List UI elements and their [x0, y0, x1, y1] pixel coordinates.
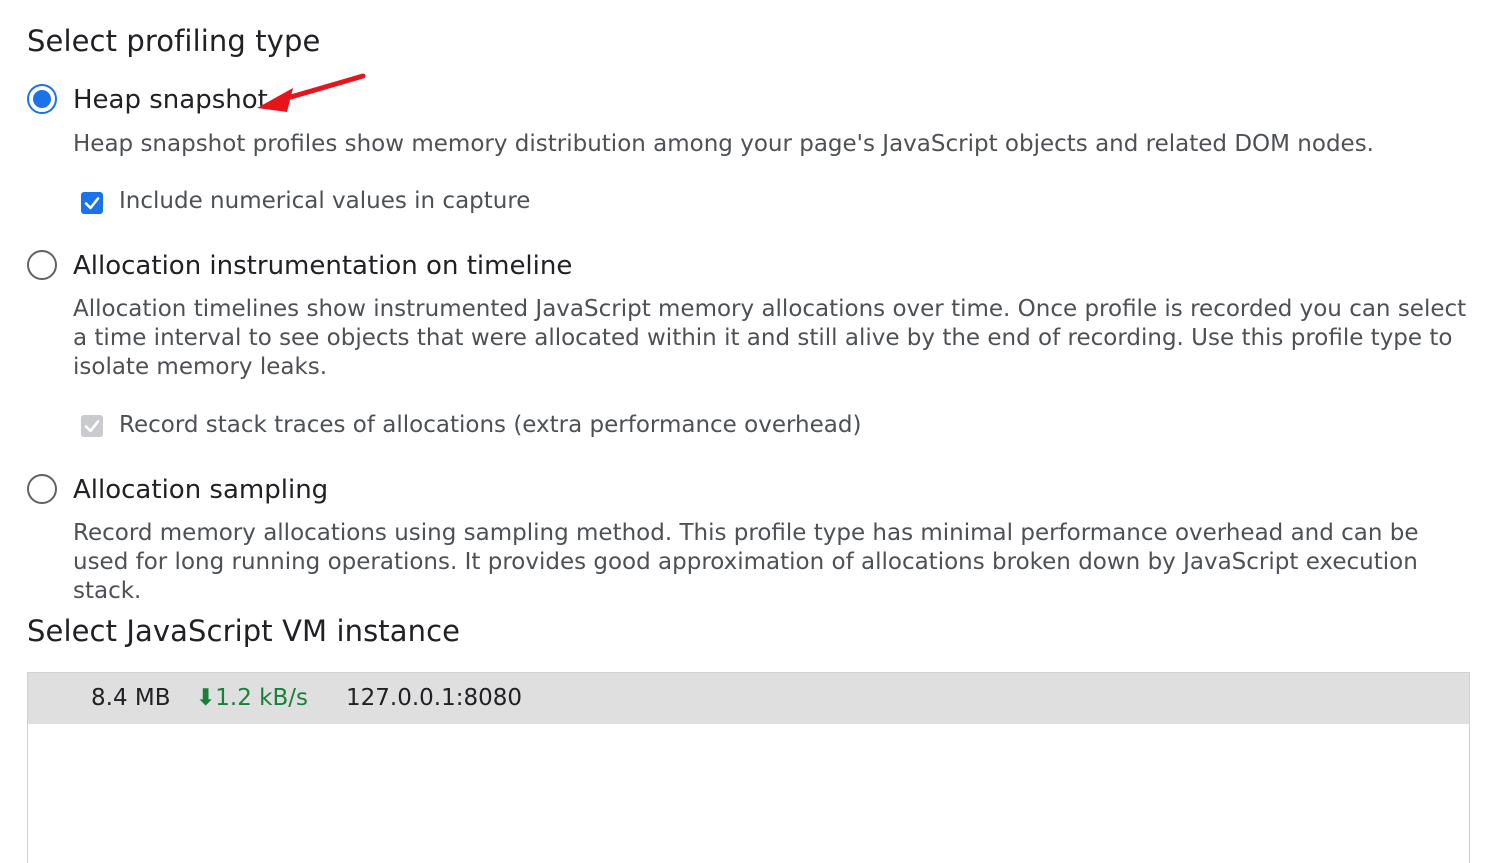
record-stack-traces-checkbox[interactable]	[81, 415, 103, 437]
include-numerical-values-label[interactable]: Include numerical values in capture	[119, 188, 530, 214]
vm-heap-size: 8.4 MB	[91, 685, 171, 711]
profiling-type-title: Select profiling type	[27, 24, 321, 58]
vm-instance-title: Select JavaScript VM instance	[27, 614, 461, 648]
vm-instance-row[interactable]: 8.4 MB ⬇1.2 kB/s 127.0.0.1:8080	[28, 673, 1469, 724]
vm-instance-list[interactable]: 8.4 MB ⬇1.2 kB/s 127.0.0.1:8080	[27, 672, 1470, 863]
memory-profiler-panel: Select profiling type Heap snapshot Heap…	[0, 0, 1486, 863]
heap-snapshot-radio[interactable]	[27, 84, 57, 114]
allocation-sampling-label[interactable]: Allocation sampling	[73, 475, 328, 505]
allocation-timeline-radio[interactable]	[27, 250, 57, 280]
checkmark-icon	[84, 420, 100, 433]
include-numerical-values-checkbox[interactable]	[81, 192, 103, 214]
allocation-sampling-description: Record memory allocations using sampling…	[73, 520, 1419, 604]
checkmark-icon	[84, 197, 100, 210]
allocation-timeline-description: Allocation timelines show instrumented J…	[73, 296, 1467, 380]
allocation-sampling-radio[interactable]	[27, 474, 57, 504]
vm-allocation-rate: ⬇1.2 kB/s	[196, 685, 308, 711]
vm-instance-url: 127.0.0.1:8080	[346, 685, 523, 711]
allocation-timeline-label[interactable]: Allocation instrumentation on timeline	[73, 251, 572, 281]
down-arrow-icon: ⬇	[196, 685, 216, 711]
record-stack-traces-label: Record stack traces of allocations (extr…	[119, 412, 862, 438]
heap-snapshot-label[interactable]: Heap snapshot	[73, 85, 268, 115]
vm-rate-value: 1.2 kB/s	[215, 685, 308, 711]
red-arrow-icon	[257, 73, 366, 112]
heap-snapshot-description: Heap snapshot profiles show memory distr…	[73, 131, 1374, 157]
